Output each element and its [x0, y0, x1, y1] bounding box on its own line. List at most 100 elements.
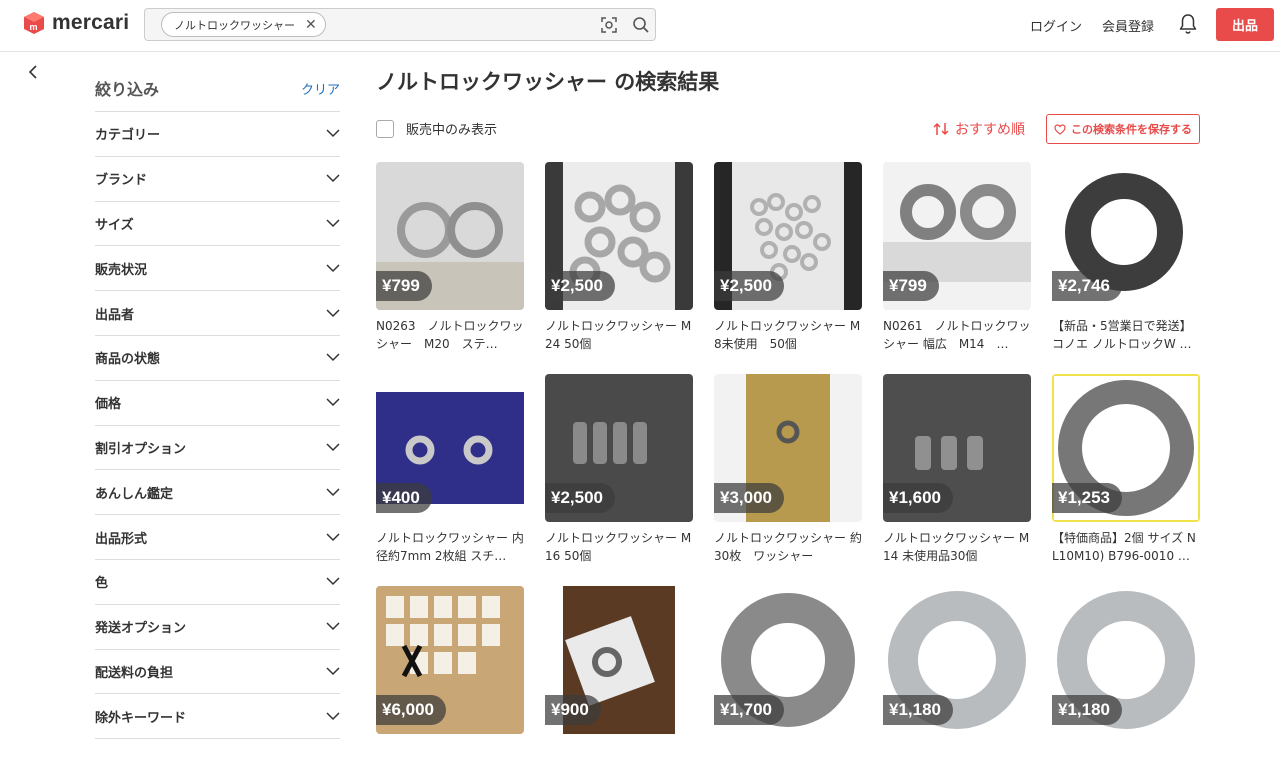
product-image[interactable]: ¥799 [376, 162, 524, 310]
product-card[interactable]: ¥6,000 [376, 586, 524, 777]
filter-row[interactable]: 商品の状態 [95, 336, 340, 381]
filter-label: 価格 [95, 397, 122, 413]
chevron-left-icon[interactable] [26, 64, 40, 80]
product-image[interactable]: ¥1,180 [883, 586, 1031, 734]
chevron-down-icon [326, 219, 340, 228]
product-name[interactable] [545, 741, 693, 777]
heart-icon [1054, 123, 1066, 135]
product-name[interactable] [714, 741, 862, 777]
product-card[interactable]: ¥2,500 ノルトロックワッシャー M16 50個 [545, 374, 693, 565]
filter-row[interactable]: サイズ [95, 202, 340, 247]
filter-label: 配送料の負担 [95, 665, 174, 681]
product-card[interactable]: ¥1,180 [1052, 586, 1200, 777]
chevron-down-icon [326, 264, 340, 272]
filter-title: 絞り込み [95, 80, 160, 99]
filter-label: 発送オプション [95, 621, 187, 637]
filter-row[interactable]: あんしん鑑定 [95, 470, 340, 516]
product-name[interactable]: ノルトロックワッシャー M8未使用 50個 [714, 317, 862, 353]
filter-row[interactable]: 出品形式 [95, 515, 340, 560]
price-badge: ¥1,180 [1052, 695, 1122, 725]
filter-row[interactable]: 配送料の負担 [95, 650, 340, 695]
product-name[interactable]: 【特価商品】2個 サイズ NL10M10) B796-0010 … [1052, 529, 1200, 565]
filter-label: あんしん鑑定 [95, 486, 174, 502]
chevron-down-icon [326, 712, 340, 720]
product-name[interactable]: ノルトロックワッシャー M14 未使用品30個 [883, 529, 1031, 565]
filter-row[interactable]: 色 [95, 560, 340, 605]
price-badge: ¥3,000 [714, 483, 784, 513]
product-name[interactable]: ノルトロックワッシャー 内径約7mm 2枚組 スチ… [376, 529, 524, 565]
filter-label: 割引オプション [95, 441, 187, 457]
filter-sidebar: 絞り込み クリア カテゴリーブランド サイズ販売状況出品者商品の状態価格割引オプシ… [95, 64, 340, 740]
product-image[interactable]: ¥900 [545, 586, 693, 734]
product-image[interactable]: ¥2,500 [545, 374, 693, 522]
product-image[interactable]: ¥1,700 [714, 586, 862, 734]
chevron-down-icon [326, 309, 340, 317]
product-card[interactable]: ¥2,500 ノルトロックワッシャー M24 50個 [545, 162, 693, 353]
filter-row[interactable]: 価格 [95, 381, 340, 426]
chevron-down-icon [326, 533, 340, 541]
onsale-checkbox[interactable] [376, 119, 394, 138]
product-name[interactable] [1052, 741, 1200, 777]
filter-row[interactable]: 除外キーワード [95, 694, 340, 740]
price-badge: ¥799 [883, 271, 939, 301]
clear-keyword-icon[interactable]: ✕ [305, 18, 317, 32]
filter-row[interactable]: 割引オプション [95, 426, 340, 471]
image-search-icon[interactable] [600, 16, 618, 34]
filter-label: カテゴリー [95, 128, 161, 144]
onsale-toggle[interactable]: 販売中のみ表示 [376, 119, 497, 138]
product-card[interactable]: ¥2,500 ノルトロックワッシャー M8未使用 50個 [714, 162, 862, 353]
product-name[interactable] [883, 741, 1031, 777]
product-card[interactable]: ¥799 N0261 ノルトロックワッシャー 幅広 M14 … [883, 162, 1031, 353]
price-badge: ¥2,500 [545, 271, 615, 301]
register-link[interactable]: 会員登録 [1102, 16, 1154, 35]
product-card[interactable]: ¥1,253 【特価商品】2個 サイズ NL10M10) B796-0010 … [1052, 374, 1200, 565]
product-name[interactable] [376, 741, 524, 777]
product-image[interactable]: ¥799 [883, 162, 1031, 310]
login-link[interactable]: ログイン [1030, 16, 1082, 35]
product-name[interactable]: ノルトロックワッシャー 約30枚 ワッシャー [714, 529, 862, 565]
price-badge: ¥400 [376, 483, 432, 513]
product-image[interactable]: ¥3,000 [714, 374, 862, 522]
product-name[interactable]: N0263 ノルトロックワッシャー M20 ステ… [376, 317, 524, 353]
filter-row[interactable]: 出品者 [95, 291, 340, 336]
product-name[interactable]: ノルトロックワッシャー M24 50個 [545, 317, 693, 353]
product-image[interactable]: ¥1,180 [1052, 586, 1200, 734]
product-name[interactable]: ノルトロックワッシャー M16 50個 [545, 529, 693, 565]
save-search-button[interactable]: この検索条件を保存する [1046, 114, 1200, 144]
product-name[interactable]: N0261 ノルトロックワッシャー 幅広 M14 … [883, 317, 1031, 353]
filter-label: 商品の状態 [95, 352, 161, 368]
search-icon[interactable] [632, 16, 650, 34]
product-card[interactable]: ¥2,746 【新品・5営業日で発送】コノエ ノルトロックW … [1052, 162, 1200, 353]
sort-dropdown[interactable]: おすすめ順 [933, 119, 1025, 139]
product-name[interactable]: 【新品・5営業日で発送】コノエ ノルトロックW … [1052, 317, 1200, 353]
filter-label: 色 [95, 576, 109, 592]
product-card[interactable]: ¥799 N0263 ノルトロックワッシャー M20 ステ… [376, 162, 524, 353]
product-image[interactable]: ¥1,600 [883, 374, 1031, 522]
bell-icon[interactable] [1178, 13, 1198, 35]
product-card[interactable]: ¥400 ノルトロックワッシャー 内径約7mm 2枚組 スチ… [376, 374, 524, 565]
filter-row[interactable]: ブランド [95, 157, 340, 202]
product-card[interactable]: ¥3,000 ノルトロックワッシャー 約30枚 ワッシャー [714, 374, 862, 565]
product-image[interactable]: ¥2,500 [714, 162, 862, 310]
product-image[interactable]: ¥2,746 [1052, 162, 1200, 310]
filter-row[interactable]: 販売状況 [95, 246, 340, 292]
search-keyword-chip[interactable]: ノルトロックワッシャー ✕ [161, 12, 326, 37]
price-badge: ¥1,700 [714, 695, 784, 725]
product-image[interactable]: ¥6,000 [376, 586, 524, 734]
filter-row[interactable]: 発送オプション [95, 605, 340, 650]
product-image[interactable]: ¥2,500 [545, 162, 693, 310]
product-image[interactable]: ¥400 [376, 374, 524, 522]
product-card[interactable]: ¥1,700 [714, 586, 862, 777]
mercari-logo[interactable]: m mercari [22, 11, 129, 35]
search-bar[interactable]: ノルトロックワッシャー ✕ [144, 8, 656, 41]
filter-clear-link[interactable]: クリア [301, 76, 340, 98]
sell-button[interactable]: 出品 [1216, 8, 1274, 41]
product-card[interactable]: ¥900 [545, 586, 693, 777]
product-image[interactable]: ¥1,253 [1052, 374, 1200, 522]
product-card[interactable]: ¥1,180 [883, 586, 1031, 777]
product-card[interactable]: ¥1,600 ノルトロックワッシャー M14 未使用品30個 [883, 374, 1031, 565]
chevron-down-icon [326, 353, 340, 362]
filter-label: 販売状況 [95, 262, 148, 278]
filter-row[interactable]: カテゴリー [95, 112, 340, 157]
price-badge: ¥6,000 [376, 695, 446, 725]
